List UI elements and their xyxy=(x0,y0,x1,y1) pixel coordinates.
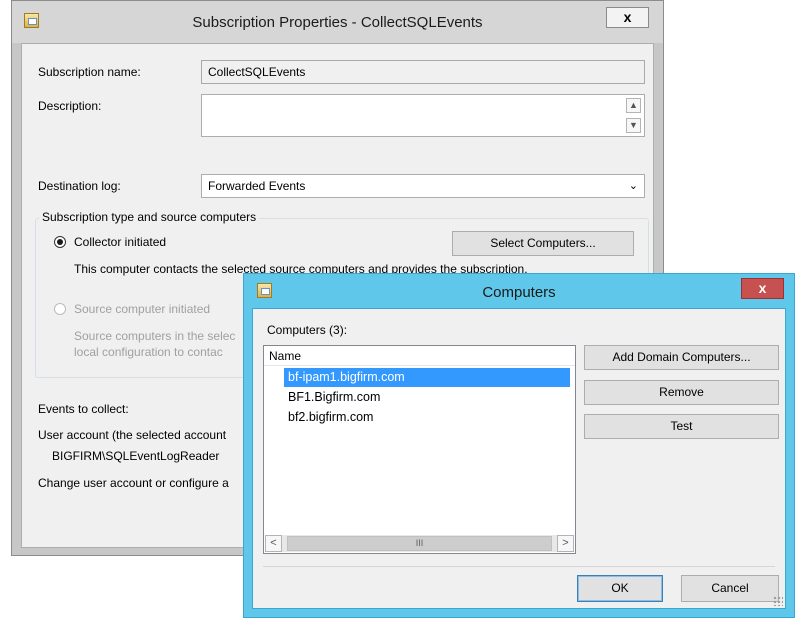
select-computers-button[interactable]: Select Computers... xyxy=(452,231,634,256)
computers-client-area: Computers (3): Name bf-ipam1.bigfirm.com… xyxy=(252,308,786,609)
events-to-collect-label: Events to collect: xyxy=(38,402,129,416)
group-title: Subscription type and source computers xyxy=(39,210,260,224)
computers-count-label: Computers (3): xyxy=(267,323,348,337)
scroll-up-icon[interactable]: ▲ xyxy=(626,98,641,113)
scroll-down-icon[interactable]: ▼ xyxy=(626,118,641,133)
subscription-name-field: CollectSQLEvents xyxy=(201,60,645,84)
scroll-left-icon[interactable]: < xyxy=(265,535,282,552)
collector-initiated-label[interactable]: Collector initiated xyxy=(74,235,166,249)
column-header-name[interactable]: Name xyxy=(264,346,575,366)
list-item[interactable]: BF1.Bigfirm.com xyxy=(284,388,570,407)
remove-button[interactable]: Remove xyxy=(584,380,779,405)
user-account-label: User account (the selected account xyxy=(38,428,227,442)
source-initiated-label[interactable]: Source computer initiated xyxy=(74,302,210,316)
list-item[interactable]: bf-ipam1.bigfirm.com xyxy=(284,368,570,387)
source-initiated-radio[interactable] xyxy=(54,303,66,315)
description-label: Description: xyxy=(38,99,102,113)
scrollbar-thumb[interactable]: III xyxy=(287,536,552,551)
resize-grip-icon[interactable] xyxy=(773,596,783,606)
test-button[interactable]: Test xyxy=(584,414,779,439)
description-field[interactable]: ▲ ▼ xyxy=(201,94,645,137)
computers-title-bar: Computers x xyxy=(244,274,794,308)
computers-list[interactable]: Name bf-ipam1.bigfirm.com BF1.Bigfirm.co… xyxy=(263,345,576,554)
destination-log-value: Forwarded Events xyxy=(208,179,306,193)
dialog-title: Subscription Properties - CollectSQLEven… xyxy=(192,14,483,31)
destination-log-label: Destination log: xyxy=(38,179,121,193)
list-item[interactable]: bf2.bigfirm.com xyxy=(284,408,570,427)
add-domain-computers-button[interactable]: Add Domain Computers... xyxy=(584,345,779,370)
user-account-value: BIGFIRM\SQLEventLogReader xyxy=(52,449,220,463)
title-bar: Subscription Properties - CollectSQLEven… xyxy=(12,1,663,43)
destination-log-select[interactable]: Forwarded Events ⌄ xyxy=(201,174,645,198)
description-scrollbar[interactable]: ▲ ▼ xyxy=(626,96,643,135)
ok-button[interactable]: OK xyxy=(577,575,663,602)
source-initiated-description-line1: Source computers in the selec xyxy=(74,329,236,343)
close-button[interactable]: x xyxy=(606,7,649,28)
chevron-down-icon: ⌄ xyxy=(628,180,638,192)
collector-initiated-radio[interactable] xyxy=(54,236,66,248)
divider xyxy=(263,566,775,567)
scroll-right-icon[interactable]: > xyxy=(557,535,574,552)
close-button[interactable]: x xyxy=(741,278,784,299)
cancel-button[interactable]: Cancel xyxy=(681,575,779,602)
computers-dialog-title: Computers xyxy=(482,284,556,301)
horizontal-scrollbar[interactable]: < III > xyxy=(265,535,574,552)
computers-dialog: Computers x Computers (3): Name bf-ipam1… xyxy=(243,273,795,618)
source-initiated-description-line2: local configuration to contac xyxy=(74,345,223,359)
change-user-account-label: Change user account or configure a xyxy=(38,476,229,490)
subscription-name-label: Subscription name: xyxy=(38,65,141,79)
